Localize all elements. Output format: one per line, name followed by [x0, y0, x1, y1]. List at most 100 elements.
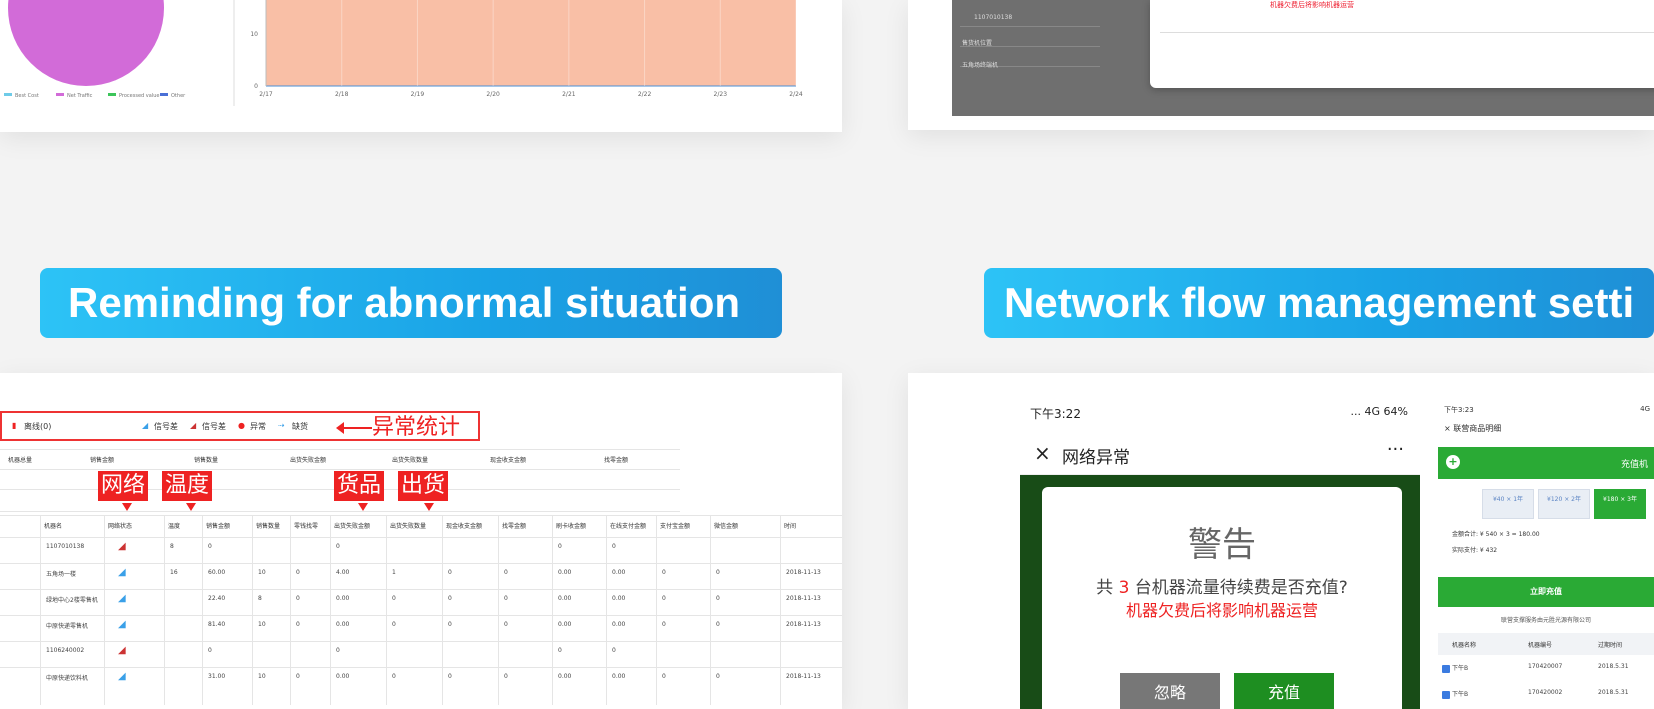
dim-overlay: 1107010138 售货机位置 五角场终端机 机器欠费后将影响机器运营 — [952, 0, 1654, 116]
table-header-cell: 微信金额 — [714, 523, 739, 530]
checkbox[interactable] — [1442, 691, 1450, 699]
recharge-button[interactable]: 充值 — [1234, 673, 1334, 709]
table-cell: 16 — [170, 569, 178, 576]
signal-icon: ◢ — [118, 671, 126, 682]
legend-label: Net Traffic — [67, 93, 93, 99]
table-cell: 0 — [296, 621, 300, 628]
arrow-down-icon — [358, 503, 368, 511]
service-note: 联营支撑服务由元胜光源有限公司 — [1500, 617, 1591, 624]
total-line: 金额合计: ¥ 540 × 3 = 180.00 — [1452, 531, 1540, 538]
table-cell: 0 — [504, 621, 508, 628]
table-cell: 2018-11-13 — [786, 621, 821, 628]
table-cell: 1107010138 — [46, 543, 85, 550]
table-cell: 10 — [258, 673, 266, 680]
abnormal-table-card: ▮ 离线(0) ◢ 信号差 ◢ 信号差 ● 异常 ⇢ 缺货 异常统计 机器总量销… — [0, 373, 842, 709]
plan-option[interactable]: ¥40 × 1年 — [1482, 489, 1534, 519]
table-cell: 8 — [258, 595, 262, 602]
alert-warning: 机器欠费后将影响机器运营 — [1125, 601, 1318, 620]
summary-header-cell: 出货失败数量 — [392, 457, 429, 464]
table-cell: 2018-11-13 — [786, 673, 821, 680]
plus-icon[interactable]: + — [1446, 455, 1460, 469]
legend-label: Processed value — [119, 93, 159, 99]
bg-row: 五角场终端机 — [962, 62, 999, 69]
tag-goods: 货品 — [334, 471, 385, 501]
table-cell: 31.00 — [208, 673, 226, 680]
table-cell: 0 — [296, 569, 300, 576]
recharge-now-button[interactable]: 立即充值 — [1438, 577, 1654, 607]
status-time: 下午3:23 — [1444, 406, 1474, 414]
table-cell: 4.00 — [336, 569, 350, 576]
signal-weak-icon: ◢ — [190, 421, 197, 430]
y-tick-label: 0 — [254, 83, 258, 90]
table-cell: 0 — [392, 595, 396, 602]
table-cell: 0.00 — [336, 595, 350, 602]
section-title-network: Network flow management setti — [984, 268, 1654, 338]
legend-item: 离线(0) — [24, 422, 52, 431]
legend-item: 缺货 — [292, 422, 308, 431]
area-fill — [266, 0, 796, 86]
x-tick-label: 2/21 — [562, 91, 576, 98]
section-title-abnormal: Reminding for abnormal situation — [40, 268, 782, 338]
table-cell: 0 — [558, 647, 562, 654]
recharge-header-label: 充值机 — [1620, 460, 1648, 470]
table-cell: 0 — [662, 595, 666, 602]
table-cell: 0.00 — [336, 673, 350, 680]
summary-header-cell: 销售金额 — [90, 457, 115, 464]
machine-row[interactable]: 下午B 170420002 2018.5.31 — [1438, 685, 1654, 707]
table-cell: 0 — [392, 621, 396, 628]
table-cell: 60.00 — [208, 569, 226, 576]
table-cell: 0 — [448, 673, 452, 680]
nav-title[interactable]: × 联营商品明细 — [1444, 423, 1501, 434]
network-modal-card: 1107010138 售货机位置 五角场终端机 机器欠费后将影响机器运营 — [908, 0, 1654, 130]
table-cell: 0 — [336, 647, 340, 654]
close-icon[interactable]: × — [1034, 441, 1051, 465]
legend-item: 信号差 — [154, 422, 178, 431]
table-cell: 0 — [662, 673, 666, 680]
table-header-cell: 零钱找零 — [294, 523, 319, 530]
table-cell: 五角场一楼 — [46, 571, 77, 578]
bg-row: 售货机位置 — [962, 40, 993, 47]
plan-option-selected[interactable]: ¥180 × 3年 — [1594, 489, 1646, 519]
tag-temperature: 温度 — [162, 471, 213, 501]
table-cell: 0 — [296, 673, 300, 680]
checkbox[interactable] — [1442, 665, 1450, 673]
alert-dialog: 警告 共 3 台机器流量待续费是否充值? 机器欠费后将影响机器运营 忽略 充值 — [1042, 487, 1402, 709]
ignore-button[interactable]: 忽略 — [1120, 673, 1220, 709]
signal-icon: ◢ — [118, 593, 126, 604]
table-cell: 10 — [258, 569, 266, 576]
table-cell: 0 — [716, 595, 720, 602]
table-cell: 0.00 — [558, 673, 572, 680]
summary-header-cell: 机器总量 — [8, 457, 33, 464]
table-cell: 0.00 — [612, 673, 626, 680]
table-header-cell: 销售数量 — [256, 523, 281, 530]
table-cell: 0 — [716, 621, 720, 628]
machine-table-header: 机器名称 机器编号 过期时间 — [1438, 633, 1654, 655]
summary-header-cell: 出货失败金额 — [290, 457, 327, 464]
plan-option[interactable]: ¥120 × 2年 — [1538, 489, 1590, 519]
table-header-cell: 支付宝金额 — [660, 523, 691, 530]
status-indicators: 4G — [1640, 405, 1650, 413]
machine-row[interactable]: 下午B 170420007 2018.5.31 — [1438, 659, 1654, 681]
table-cell: 0 — [662, 569, 666, 576]
x-tick-label: 2/19 — [411, 91, 425, 98]
signal-icon: ◢ — [118, 541, 126, 552]
abnormal-stat-label: 异常统计 — [372, 415, 461, 440]
x-tick-label: 2/23 — [714, 91, 728, 98]
alert-title: 警告 — [1188, 525, 1256, 565]
page-title: 网络异常 — [1062, 448, 1130, 468]
y-tick-label: 10 — [250, 31, 258, 38]
more-icon[interactable]: ··· — [1387, 439, 1404, 460]
table-header-cell: 时间 — [784, 523, 797, 530]
table-header-cell: 刷卡收金额 — [556, 523, 587, 530]
pay-line: 实际支付: ¥ 432 — [1452, 547, 1498, 554]
table-cell: 2018-11-13 — [786, 595, 821, 602]
table-cell: 0 — [612, 647, 616, 654]
table-cell: 0.00 — [336, 621, 350, 628]
alert-message: 共 3 台机器流量待续费是否充值? — [1096, 578, 1348, 598]
signal-icon: ◢ — [118, 567, 126, 578]
legend-swatch — [56, 93, 64, 96]
table-cell: 0 — [558, 543, 562, 550]
table-cell: 0 — [504, 595, 508, 602]
x-tick-label: 2/20 — [486, 91, 500, 98]
machine-count: 3 — [1118, 578, 1130, 598]
